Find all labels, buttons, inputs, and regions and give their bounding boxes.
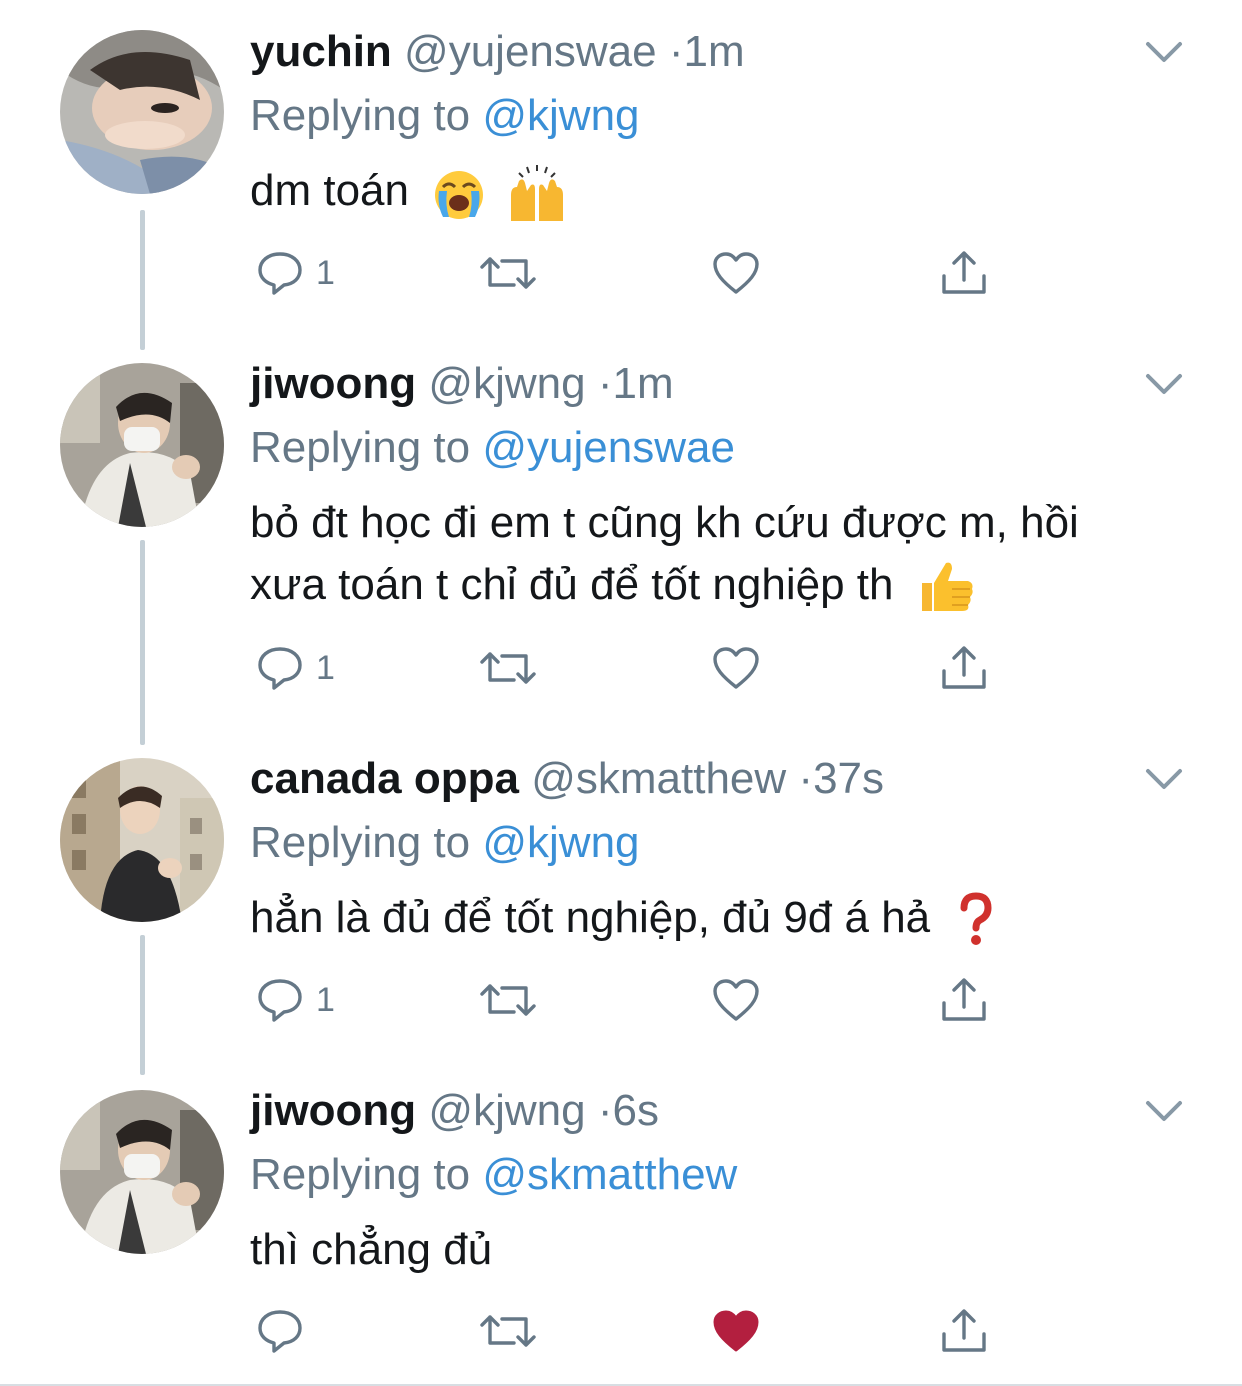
tweet-header: canada oppa @skmatthew ·37s [250,754,884,804]
reply-count: 1 [316,648,335,687]
share-button[interactable] [940,1306,988,1356]
display-name[interactable]: canada oppa [250,754,519,803]
tweet-text-line: xưa toán t chỉ đủ để tốt nghiệp th [250,560,894,609]
reply-icon [258,252,302,295]
retweet-button[interactable] [480,643,536,693]
avatar[interactable] [60,1090,224,1254]
thread-line [140,935,145,1075]
tweet-header: yuchin @yujenswae ·1m [250,27,745,77]
retweet-button[interactable] [480,1306,536,1356]
tweet-header: jiwoong @kjwng ·6s [250,1086,659,1136]
timestamp[interactable]: 37s [813,754,884,803]
timestamp[interactable]: 1m [684,27,745,76]
replying-prefix: Replying to [250,1150,483,1199]
tweet-actions: 1 [250,643,1010,693]
chevron-down-icon[interactable] [1144,372,1184,398]
reply-icon [258,979,302,1022]
reply-button[interactable]: 1 [256,975,335,1025]
heart-filled-icon [713,1310,759,1352]
avatar[interactable] [60,363,224,527]
raising-hands-icon [511,165,564,222]
separator-dot: · [597,359,613,408]
mention-link[interactable]: @skmatthew [482,1150,737,1199]
retweet-icon [480,652,536,684]
chevron-down-icon[interactable] [1144,1099,1184,1125]
replying-to: Replying to @yujenswae [250,422,735,474]
like-button[interactable] [712,1306,760,1356]
thumbs-up-icon [921,562,973,612]
tweet-actions [250,1306,1010,1356]
mention-link[interactable]: @kjwng [482,91,639,140]
tweet-text: bỏ đt học đi em t cũng kh cứu được m, hồ… [250,492,1190,617]
replying-to: Replying to @kjwng [250,817,640,869]
chevron-down-icon[interactable] [1144,767,1184,793]
chevron-down-icon[interactable] [1144,40,1184,66]
share-icon [942,251,986,294]
tweet-header: jiwoong @kjwng ·1m [250,359,674,409]
like-button[interactable] [712,248,760,298]
tweet-text: thì chẳng đủ [250,1219,1190,1281]
share-button[interactable] [940,643,988,693]
tweet-text: dm toán [250,160,1190,225]
share-icon [942,978,986,1021]
user-handle[interactable]: @skmatthew [531,754,786,803]
thread-line [140,540,145,745]
tweet-text-line: bỏ đt học đi em t cũng kh cứu được m, hồ… [250,498,1079,547]
like-button[interactable] [712,975,760,1025]
reply-button[interactable]: 1 [256,248,335,298]
heart-outline-icon [713,252,759,294]
timestamp[interactable]: 6s [612,1086,658,1135]
like-button[interactable] [712,643,760,693]
tweet-actions: 1 [250,248,1010,298]
reply-count: 1 [316,253,335,292]
replying-prefix: Replying to [250,423,483,472]
mention-link[interactable]: @kjwng [482,818,639,867]
replying-prefix: Replying to [250,91,483,140]
thread-line [140,210,145,350]
share-icon [942,646,986,689]
retweet-button[interactable] [480,975,536,1025]
tweet-text: hẳn là đủ để tốt nghiệp, đủ 9đ á hả [250,887,1190,949]
share-button[interactable] [940,975,988,1025]
mention-link[interactable]: @yujenswae [482,423,735,472]
retweet-icon [480,984,536,1016]
reply-button[interactable]: 1 [256,643,335,693]
separator-dot: · [668,27,684,76]
avatar[interactable] [60,758,224,922]
share-icon [942,1309,986,1352]
tweet-text-content: hẳn là đủ để tốt nghiệp, đủ 9đ á hả [250,893,931,942]
replying-prefix: Replying to [250,818,483,867]
heart-outline-icon [713,979,759,1021]
user-handle[interactable]: @yujenswae [404,27,657,76]
avatar[interactable] [60,30,224,194]
loudly-crying-face-icon [435,171,484,220]
retweet-icon [480,1315,536,1347]
heart-outline-icon [713,647,759,689]
timestamp[interactable]: 1m [612,359,673,408]
user-handle[interactable]: @kjwng [428,1086,585,1135]
share-button[interactable] [940,248,988,298]
tweet-text-content: dm toán [250,166,409,215]
separator-dot: · [597,1086,613,1135]
display-name[interactable]: yuchin [250,27,392,76]
retweet-icon [480,257,536,289]
retweet-button[interactable] [480,248,536,298]
reply-count: 1 [316,980,335,1019]
display-name[interactable]: jiwoong [250,1086,416,1135]
reply-icon [258,1310,302,1353]
red-question-mark-icon [960,892,992,946]
user-handle[interactable]: @kjwng [428,359,585,408]
replying-to: Replying to @skmatthew [250,1149,737,1201]
reply-button[interactable] [256,1306,316,1356]
tweet-actions: 1 [250,975,1010,1025]
separator-dot: · [798,754,814,803]
tweet-text-content: thì chẳng đủ [250,1225,493,1274]
replying-to: Replying to @kjwng [250,90,640,142]
reply-icon [258,647,302,690]
display-name[interactable]: jiwoong [250,359,416,408]
